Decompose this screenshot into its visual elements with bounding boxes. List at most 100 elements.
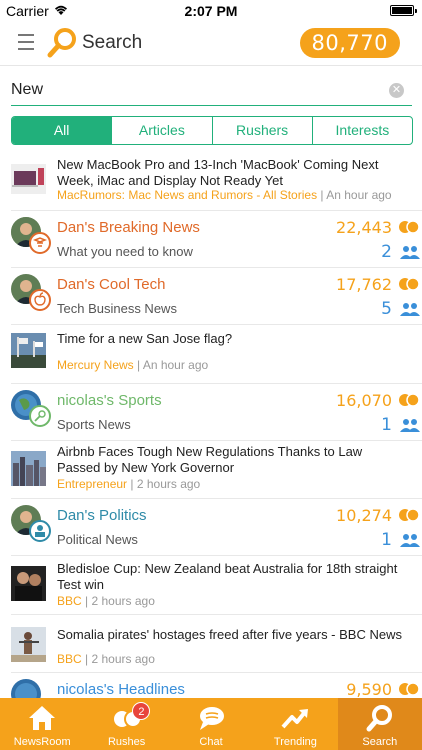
tab-rushes[interactable]: 2 Rushes bbox=[84, 698, 168, 750]
rusher-description: Sports News bbox=[57, 417, 131, 432]
rusher-row[interactable]: Dan's Cool Tech Tech Business News 17,76… bbox=[11, 268, 422, 325]
article-title: New MacBook Pro and 13-Inch 'MacBook' Co… bbox=[57, 157, 379, 188]
search-bar: ✕ bbox=[11, 76, 412, 106]
score-badge[interactable]: 80,770 bbox=[299, 28, 400, 58]
article-source[interactable]: Mercury News bbox=[57, 358, 134, 372]
rush-count: 17,762 bbox=[336, 275, 392, 294]
article-title: Time for a new San Jose flag? bbox=[57, 331, 233, 346]
rusher-name: Dan's Cool Tech bbox=[57, 276, 166, 293]
rushes-icon bbox=[399, 277, 420, 291]
rusher-description: What you need to know bbox=[57, 244, 193, 259]
article-title: Bledisloe Cup: New Zealand beat Australi… bbox=[57, 561, 398, 592]
page-title: Search bbox=[82, 32, 143, 53]
tab-rushers[interactable]: Rushers bbox=[213, 117, 313, 144]
rusher-name: Dan's Breaking News bbox=[57, 219, 200, 236]
article-row[interactable]: Airbnb Faces Tough New Regulations Thank… bbox=[11, 441, 422, 499]
rush-count: 9,590 bbox=[346, 680, 392, 698]
nav-title-group: Search bbox=[46, 26, 142, 60]
status-bar: Carrier 2:07 PM bbox=[0, 0, 422, 22]
rusher-row[interactable]: Dan's Politics Political News 10,274 1 bbox=[11, 499, 422, 556]
article-source[interactable]: BBC bbox=[57, 594, 82, 608]
tab-label: Trending bbox=[273, 736, 317, 748]
article-time: 2 hours ago bbox=[91, 594, 155, 608]
rusher-description: Tech Business News bbox=[57, 301, 177, 316]
article-title: Airbnb Faces Tough New Regulations Thank… bbox=[57, 444, 363, 475]
article-time: An hour ago bbox=[326, 188, 392, 202]
tab-search[interactable]: Search bbox=[337, 698, 422, 750]
search-icon bbox=[366, 705, 392, 732]
filter-segments: All Articles Rushers Interests bbox=[11, 116, 413, 145]
followers-icon bbox=[400, 419, 420, 432]
avatar bbox=[11, 679, 41, 698]
article-time: 2 hours ago bbox=[136, 477, 201, 491]
article-meta: BBC | 2 hours ago bbox=[57, 594, 155, 608]
tab-label: Rushes bbox=[107, 736, 146, 748]
rusher-row[interactable]: nicolas's Headlines 9,590 bbox=[11, 673, 422, 698]
search-input[interactable] bbox=[11, 76, 371, 104]
clock: 2:07 PM bbox=[184, 3, 238, 19]
article-thumbnail bbox=[11, 627, 46, 662]
tab-all[interactable]: All bbox=[12, 117, 113, 144]
article-thumbnail bbox=[11, 566, 46, 601]
article-title: Somalia pirates' hostages freed after fi… bbox=[57, 627, 402, 642]
tab-label: Search bbox=[362, 736, 398, 748]
tab-bar: NewsRoom 2 Rushes Chat Trending Search bbox=[0, 698, 422, 750]
rusher-description: Political News bbox=[57, 532, 138, 547]
trending-icon bbox=[281, 709, 309, 729]
rushes-icon bbox=[399, 508, 420, 522]
tab-label: NewsRoom bbox=[13, 736, 71, 748]
article-source[interactable]: Entrepreneur bbox=[57, 477, 127, 491]
followers-icon bbox=[400, 303, 420, 316]
tab-articles[interactable]: Articles bbox=[112, 117, 213, 144]
rusher-name: Dan's Politics bbox=[57, 507, 147, 524]
apple-icon bbox=[29, 289, 51, 311]
chat-icon bbox=[200, 707, 225, 730]
article-time: An hour ago bbox=[142, 358, 209, 372]
rushes-icon bbox=[399, 682, 420, 696]
article-row[interactable]: Somalia pirates' hostages freed after fi… bbox=[11, 615, 422, 673]
follower-count: 2 bbox=[381, 242, 392, 262]
tab-trending[interactable]: Trending bbox=[253, 698, 337, 750]
rush-count: 16,070 bbox=[336, 391, 392, 410]
rush-count: 22,443 bbox=[336, 218, 392, 237]
rusher-name: nicolas's Headlines bbox=[57, 681, 185, 698]
article-meta: Mercury News | An hour ago bbox=[57, 358, 209, 372]
article-meta: Entrepreneur | 2 hours ago bbox=[57, 477, 201, 491]
clear-search-icon[interactable]: ✕ bbox=[389, 83, 404, 98]
tab-label: Chat bbox=[199, 736, 223, 748]
politics-icon bbox=[29, 520, 51, 542]
article-row[interactable]: New MacBook Pro and 13-Inch 'MacBook' Co… bbox=[11, 154, 422, 211]
tab-newsroom[interactable]: NewsRoom bbox=[0, 698, 84, 750]
interest-badge-icon bbox=[29, 232, 51, 254]
article-source[interactable]: BBC bbox=[57, 652, 82, 666]
rush-count: 10,274 bbox=[336, 506, 392, 525]
article-thumbnail bbox=[11, 451, 46, 486]
article-source[interactable]: MacRumors: Mac News and Rumors - All Sto… bbox=[57, 188, 317, 202]
followers-icon bbox=[400, 246, 420, 259]
home-icon bbox=[29, 706, 56, 730]
battery-icon bbox=[390, 5, 417, 16]
article-row[interactable]: Bledisloe Cup: New Zealand beat Australi… bbox=[11, 556, 422, 615]
rusher-row[interactable]: Dan's Breaking News What you need to kno… bbox=[11, 211, 422, 268]
tab-chat[interactable]: Chat bbox=[169, 698, 253, 750]
rusher-row[interactable]: nicolas's Sports Sports News 16,070 1 bbox=[11, 384, 422, 441]
article-meta: BBC | 2 hours ago bbox=[57, 652, 155, 666]
article-row[interactable]: Time for a new San Jose flag? Mercury Ne… bbox=[11, 325, 422, 384]
menu-icon[interactable] bbox=[18, 34, 34, 52]
results-list: New MacBook Pro and 13-Inch 'MacBook' Co… bbox=[0, 154, 422, 698]
tab-interests[interactable]: Interests bbox=[313, 117, 412, 144]
follower-count: 1 bbox=[381, 415, 392, 435]
follower-count: 1 bbox=[381, 530, 392, 550]
rushes-notification-badge: 2 bbox=[132, 702, 151, 720]
article-thumbnail bbox=[11, 333, 46, 368]
rusher-name: nicolas's Sports bbox=[57, 392, 162, 409]
search-logo-icon bbox=[47, 28, 76, 58]
rushes-icon bbox=[399, 220, 420, 234]
nav-bar: Search 80,770 bbox=[0, 22, 422, 66]
article-time: 2 hours ago bbox=[91, 652, 155, 666]
followers-icon bbox=[400, 534, 420, 547]
sports-icon bbox=[29, 405, 51, 427]
article-thumbnail bbox=[11, 164, 46, 194]
rushes-icon bbox=[399, 393, 420, 407]
article-meta: MacRumors: Mac News and Rumors - All Sto… bbox=[57, 188, 392, 202]
